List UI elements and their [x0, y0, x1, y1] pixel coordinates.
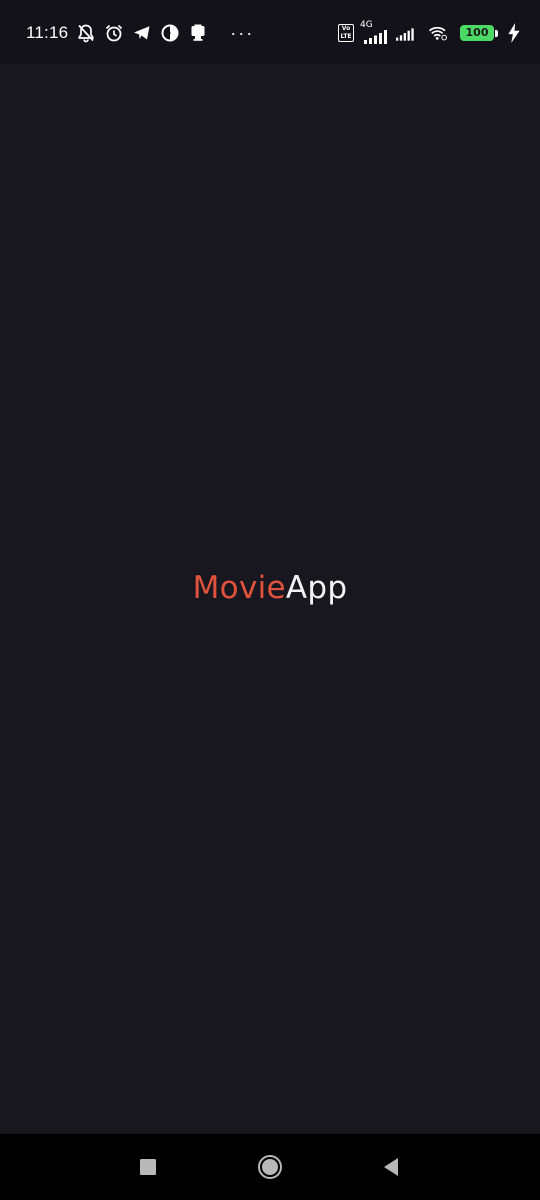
volte-icon: Vo LTE	[338, 24, 354, 42]
data-saver-icon	[160, 23, 180, 43]
splash-content: MovieApp	[0, 64, 540, 1134]
more-notifications-indicator: ···	[230, 23, 255, 43]
splash-screen: 11:16 ··· Vo LTE 4G 100 MovieApp	[0, 0, 540, 1200]
battery-icon: 100	[460, 25, 494, 41]
system-navigation-bar	[0, 1134, 540, 1200]
clipboard-icon	[188, 23, 208, 43]
wifi-icon	[428, 23, 454, 43]
recents-icon	[140, 1159, 156, 1175]
signal-4g-icon: 4G	[360, 20, 390, 44]
app-title-app: App	[285, 570, 348, 606]
battery-cap	[495, 29, 498, 37]
back-icon	[384, 1158, 398, 1176]
app-logo-title: MovieApp	[0, 570, 540, 606]
status-time: 11:16	[26, 23, 69, 42]
telegram-icon	[132, 23, 152, 43]
back-button[interactable]	[376, 1152, 406, 1182]
status-bar-left: 11:16 ···	[26, 20, 254, 46]
battery-level: 100	[465, 26, 489, 39]
app-title-movie: Movie	[192, 570, 286, 606]
recents-button[interactable]	[133, 1152, 163, 1182]
signal-sim2-icon	[396, 23, 422, 43]
battery-indicator: 100	[460, 25, 498, 41]
home-button[interactable]	[255, 1152, 285, 1182]
charging-icon	[504, 23, 520, 43]
home-icon	[258, 1155, 282, 1179]
status-bar: 11:16 ··· Vo LTE 4G 100	[0, 0, 540, 64]
network-type-label: 4G	[360, 20, 373, 30]
alarm-icon	[104, 23, 124, 43]
status-bar-right: Vo LTE 4G 100	[338, 20, 520, 46]
notifications-muted-icon	[76, 23, 96, 43]
